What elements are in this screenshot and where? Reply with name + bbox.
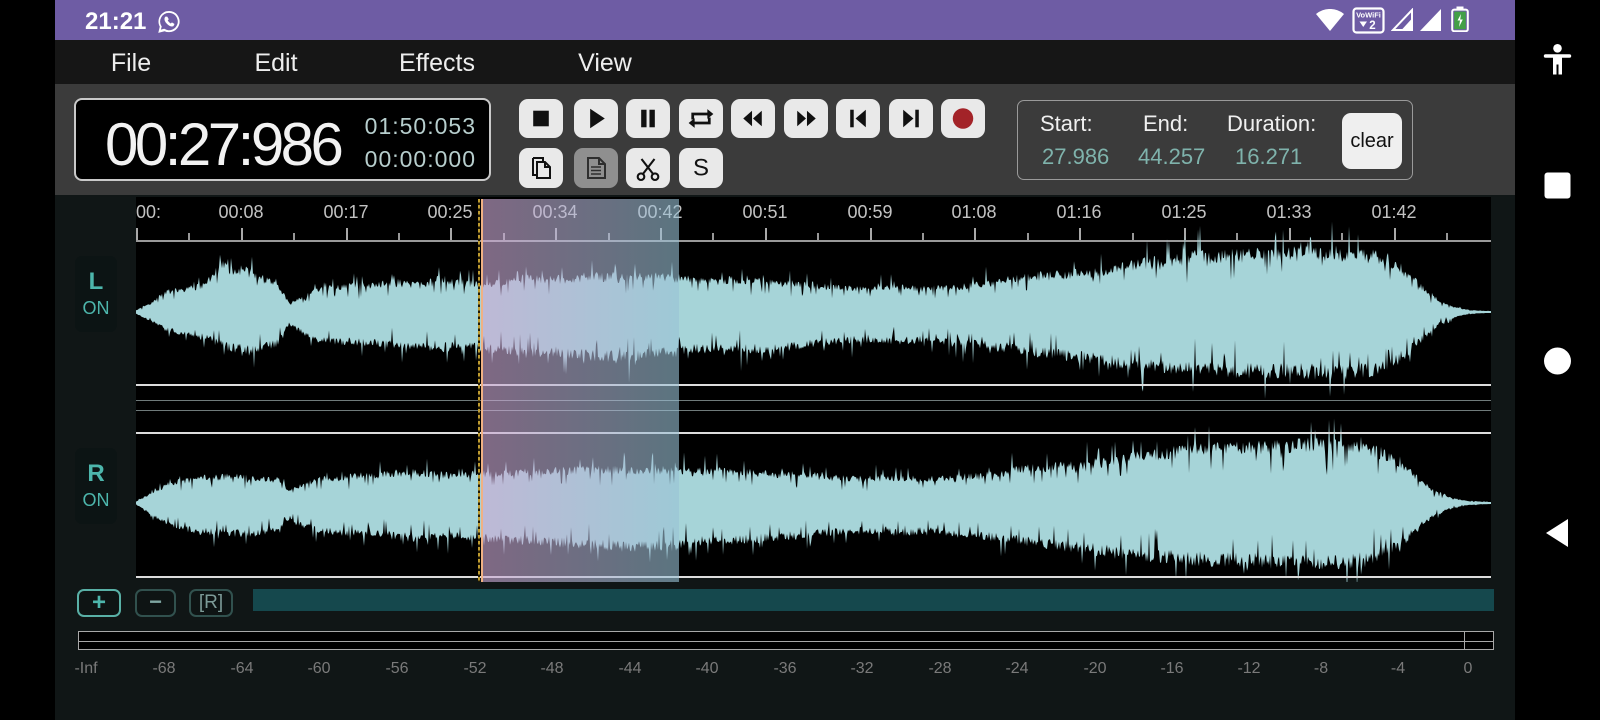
- svg-text:2: 2: [1369, 20, 1375, 32]
- svg-text:VoWiFi: VoWiFi: [1356, 11, 1381, 20]
- svg-text:S: S: [693, 155, 709, 182]
